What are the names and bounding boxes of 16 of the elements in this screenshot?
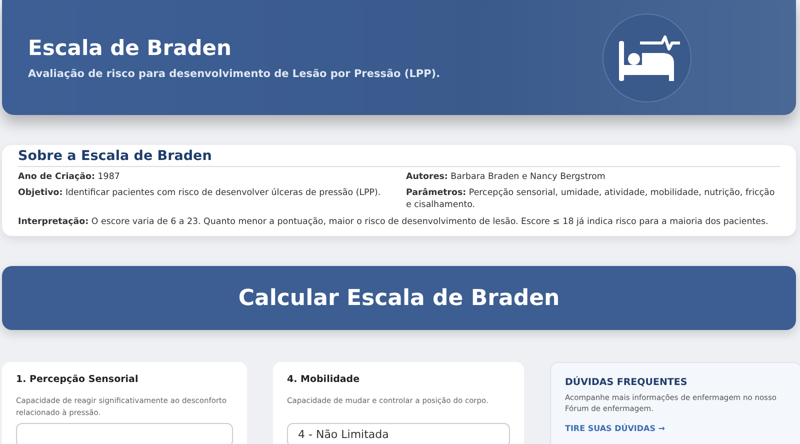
score-select[interactable]: 4 - Não Limitada [287, 423, 510, 444]
info-text: Parâmetros: Percepção sensorial, umidade, atividade, mobilidade, nutrição, fricção e cisalhamento. [406, 188, 776, 211]
score-select[interactable] [16, 423, 233, 444]
criterion-title: 1. Percepção Sensorial [16, 374, 140, 386]
page-subtitle: Avaliação de risco para desenvolvimento de Lesão por Pressão (LPP). [28, 68, 440, 80]
section-title: Sobre a Escala de Braden [18, 148, 780, 167]
info-text: Ano de Criação: 1987 [18, 172, 121, 184]
bed-icon [602, 12, 692, 102]
banner-title: Calcular Escala de Braden [238, 286, 560, 311]
criterion-title: 4. Mobilidade [287, 374, 361, 386]
faq-title: DÚVIDAS FREQUENTES [565, 377, 688, 388]
faq-link[interactable]: TIRE SUAS DÚVIDAS → [565, 424, 665, 434]
info-text: Objetivo: Identificar pacientes com risco de desenvolver úlceras de pressão (LPP). [18, 188, 382, 200]
info-text: Autores: Barbara Braden e Nancy Bergstrom [406, 172, 606, 184]
info-text: Interpretação: O escore varia de 6 a 23. Quanto menor a pontuação, maior o risco de desenvolvimento de lesão. Escore ≤ 18 já indica risco para a maioria dos pacientes. [18, 216, 770, 228]
page-title: Escala de Braden [28, 36, 232, 60]
